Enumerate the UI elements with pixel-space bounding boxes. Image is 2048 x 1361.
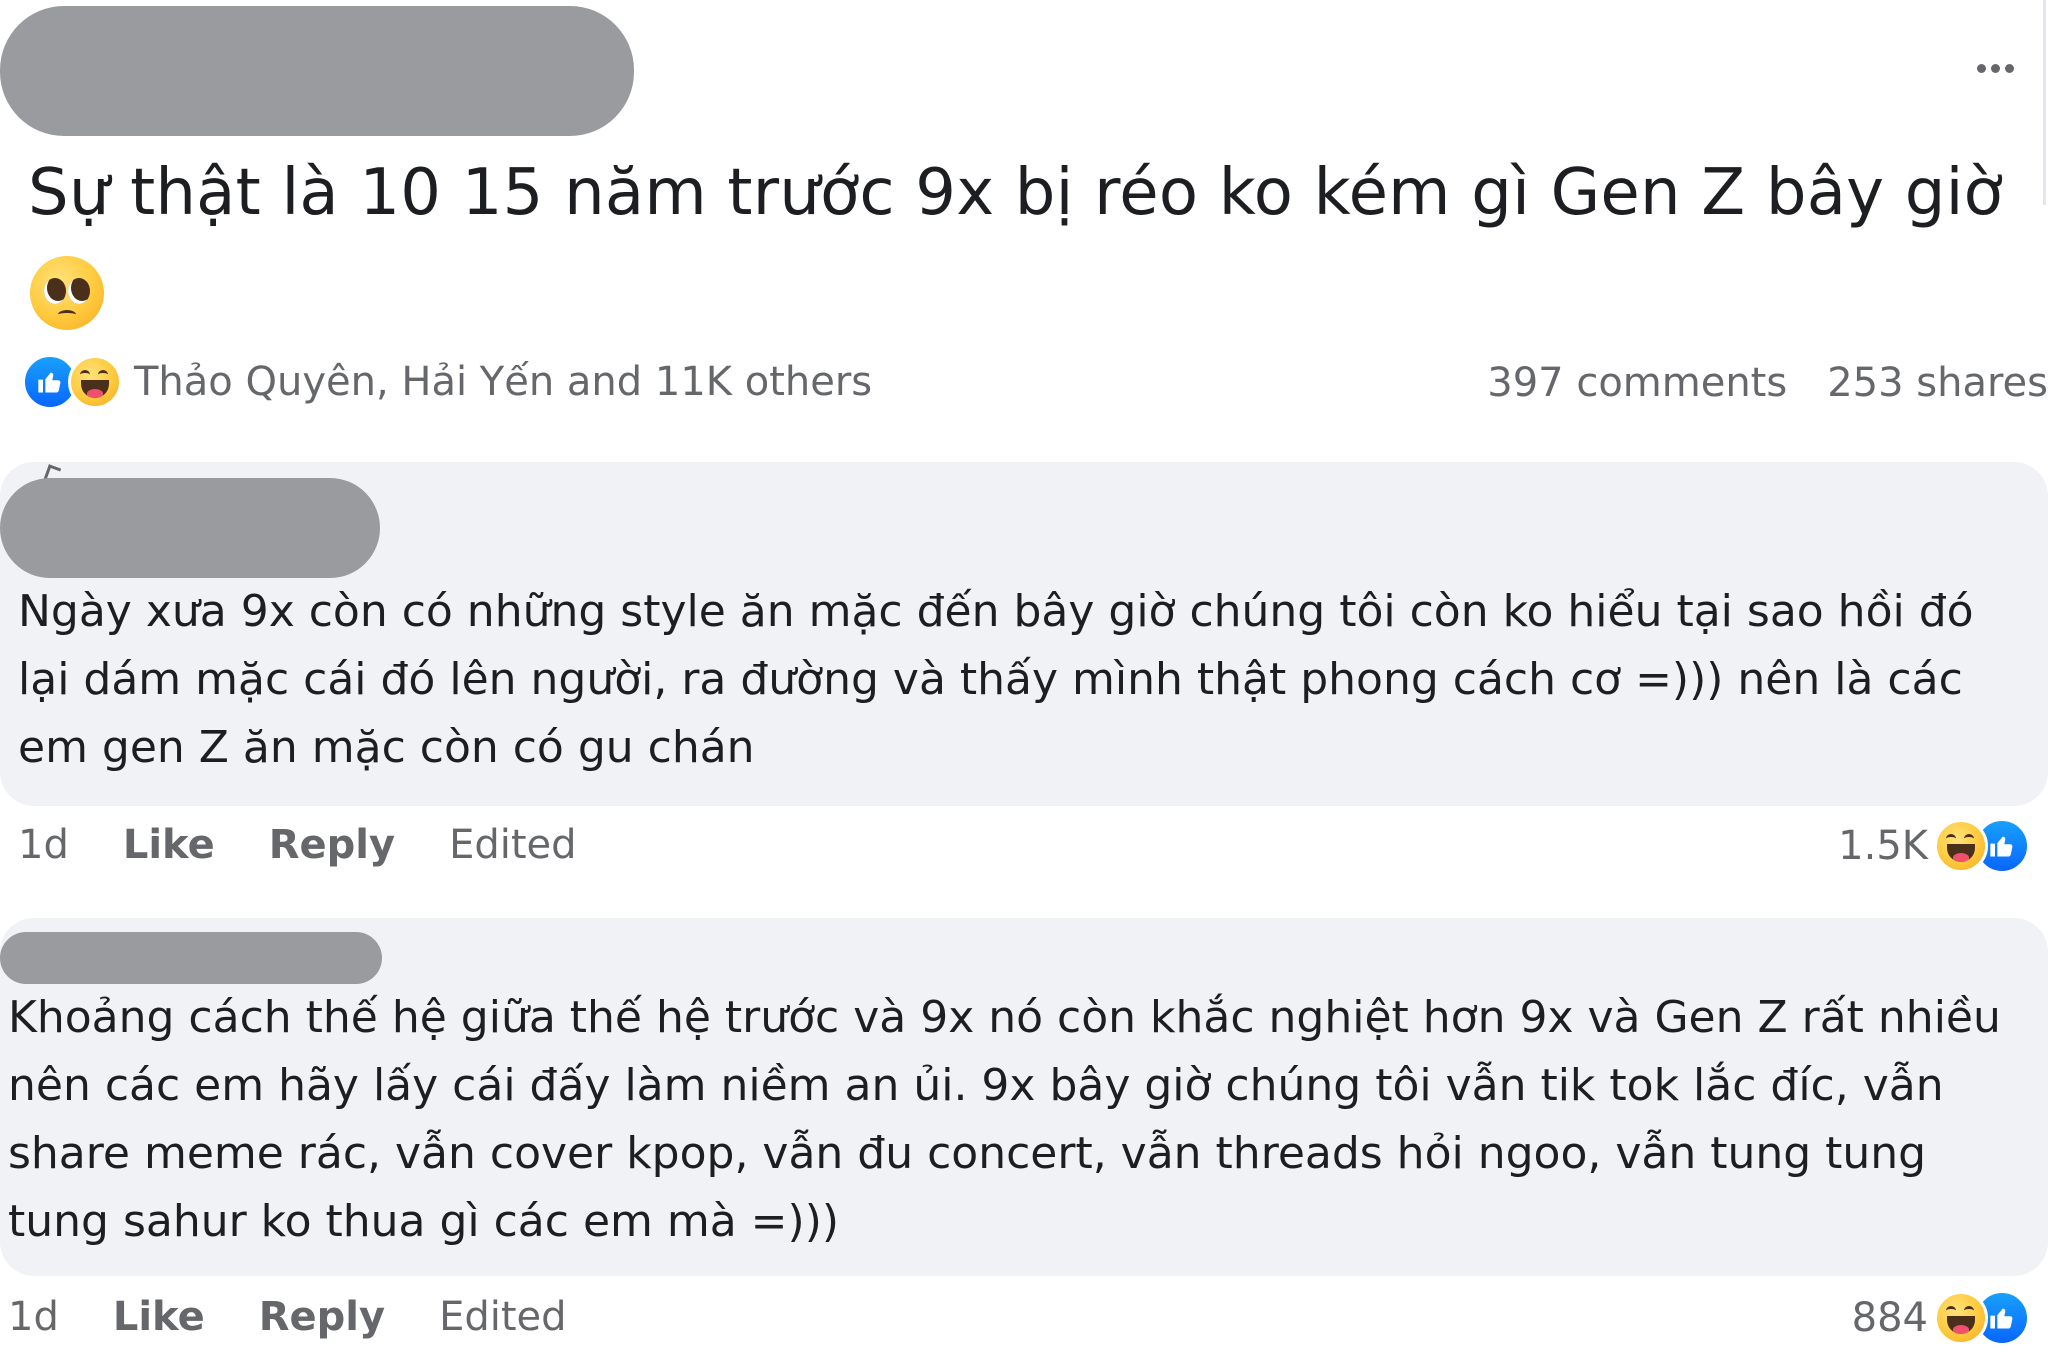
redacted-commenter-name bbox=[0, 478, 380, 578]
haha-reaction-icon bbox=[1934, 819, 1988, 873]
haha-reaction-icon bbox=[68, 355, 122, 409]
edited-label[interactable]: Edited bbox=[439, 1294, 566, 1340]
facebook-post-screenshot: Sự thật là 10 15 năm trước 9x bị réo ko … bbox=[0, 0, 2048, 1361]
more-dot-icon bbox=[1976, 63, 1986, 73]
scroll-edge bbox=[2043, 0, 2046, 205]
comment-actions: 1d Like Reply Edited bbox=[8, 1294, 567, 1340]
shares-count-link[interactable]: 253 shares bbox=[1827, 360, 2048, 406]
comment-reaction-count[interactable]: 884 bbox=[1852, 1290, 2030, 1346]
like-button[interactable]: Like bbox=[113, 1294, 205, 1340]
reply-button[interactable]: Reply bbox=[269, 822, 395, 868]
reaction-count-text: 1.5K bbox=[1838, 823, 1928, 869]
haha-reaction-icon bbox=[1934, 1291, 1988, 1345]
comment-actions: 1d Like Reply Edited bbox=[18, 822, 577, 868]
pleading-face-icon bbox=[30, 256, 104, 334]
more-options-button[interactable] bbox=[1960, 40, 2030, 96]
comment-text: Khoảng cách thế hệ giữa thế hệ trước và … bbox=[8, 992, 2001, 1247]
comment-timestamp[interactable]: 1d bbox=[18, 822, 69, 868]
post-text: Sự thật là 10 15 năm trước 9x bị réo ko … bbox=[28, 156, 2003, 230]
comment-timestamp[interactable]: 1d bbox=[8, 1294, 59, 1340]
edited-label[interactable]: Edited bbox=[449, 822, 576, 868]
comments-count-link[interactable]: 397 comments bbox=[1487, 360, 1787, 406]
comment-text: Ngày xưa 9x còn có những style ăn mặc đế… bbox=[18, 586, 1974, 773]
reaction-count-text: 884 bbox=[1851, 1295, 1928, 1341]
reactions-names: Thảo Quyên, Hải Yến and 11K others bbox=[134, 359, 873, 405]
comment-reaction-count[interactable]: 1.5K bbox=[1838, 818, 2030, 874]
post-counts: 397 comments 253 shares bbox=[1487, 360, 2048, 406]
like-button[interactable]: Like bbox=[123, 822, 215, 868]
reply-button[interactable]: Reply bbox=[259, 1294, 385, 1340]
redacted-author-name bbox=[0, 6, 634, 136]
redacted-commenter-name bbox=[0, 932, 382, 984]
more-dot-icon bbox=[2004, 63, 2014, 73]
more-dot-icon bbox=[1990, 63, 2000, 73]
post-reactions-summary[interactable]: Thảo Quyên, Hải Yến and 11K others bbox=[22, 354, 872, 410]
